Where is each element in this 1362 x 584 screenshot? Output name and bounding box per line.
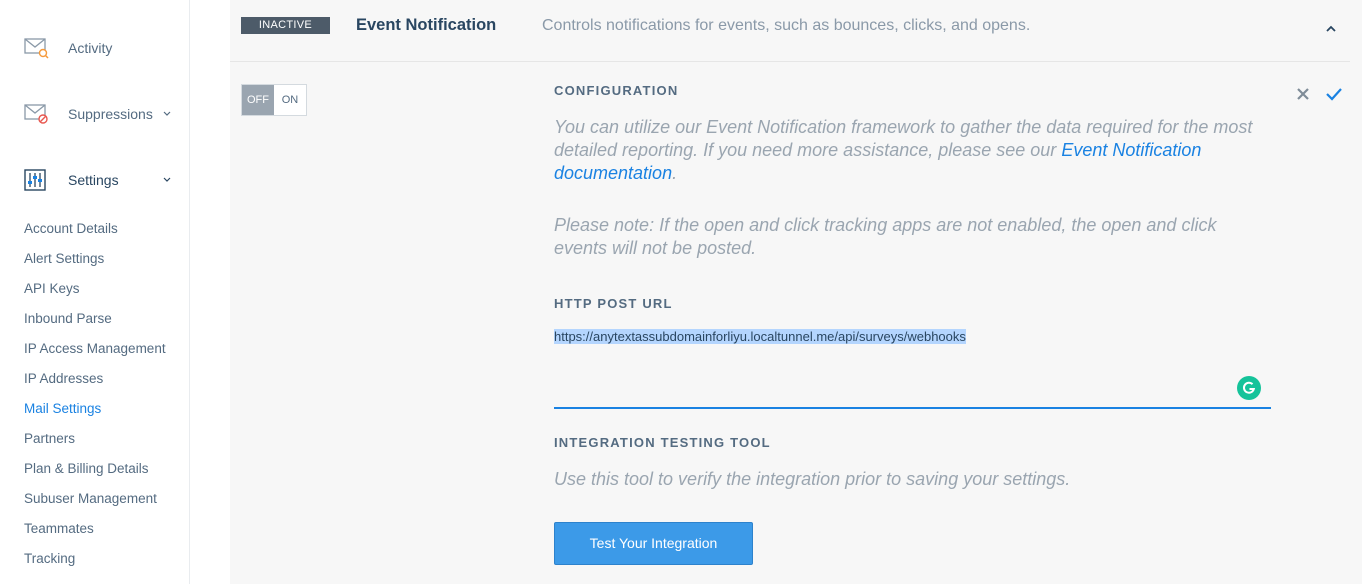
sidebar: Activity Suppressions Settings Account D… [0,0,190,584]
sidebar-item-label: Activity [68,40,113,56]
integration-testing-heading: INTEGRATION TESTING TOOL [554,435,771,450]
toggle-on-label[interactable]: ON [274,85,306,115]
sidebar-item-mail-settings[interactable]: Mail Settings [24,399,166,429]
sidebar-item-api-keys[interactable]: API Keys [24,279,166,309]
sidebar-item-label: Suppressions [68,106,153,122]
checkmark-icon[interactable] [1325,87,1343,101]
configuration-note: Please note: If the open and click track… [554,215,1217,258]
sidebar-item-teammates[interactable]: Teammates [24,519,166,549]
sidebar-item-activity[interactable]: Activity [24,33,112,63]
setting-header[interactable]: INACTIVE Event Notification Controls not… [230,0,1350,62]
chevron-down-icon [162,172,172,182]
sidebar-item-tracking[interactable]: Tracking [24,549,166,579]
integration-testing-description: Use this tool to verify the integration … [554,469,1071,489]
active-toggle[interactable]: OFF ON [241,84,307,116]
configuration-intro: You can utilize our Event Notification f… [554,116,1254,185]
setting-title: Event Notification [356,16,497,34]
sidebar-item-label: Settings [68,172,119,188]
sliders-icon [24,169,50,191]
sidebar-item-partners[interactable]: Partners [24,429,166,459]
http-post-url-value[interactable]: https://anytextassubdomainforliyu.localt… [554,329,966,344]
envelope-search-icon [24,37,50,59]
close-icon[interactable] [1296,87,1310,101]
sidebar-item-alert-settings[interactable]: Alert Settings [24,249,166,279]
configuration-heading: CONFIGURATION [554,83,679,98]
sidebar-item-subuser-management[interactable]: Subuser Management [24,489,166,519]
toggle-off-label[interactable]: OFF [242,85,274,115]
test-integration-button[interactable]: Test Your Integration [554,522,753,565]
status-badge: INACTIVE [241,17,330,34]
settings-submenu: Account Details Alert Settings API Keys … [24,219,166,579]
envelope-blocked-icon [24,103,50,125]
chevron-down-icon [162,106,172,116]
main-panel: INACTIVE Event Notification Controls not… [230,0,1362,584]
sidebar-item-ip-access-management[interactable]: IP Access Management [24,339,166,369]
grammarly-icon[interactable] [1237,376,1261,400]
sidebar-item-suppressions[interactable]: Suppressions [24,99,171,129]
chevron-up-icon[interactable] [1324,22,1338,36]
sidebar-item-account-details[interactable]: Account Details [24,219,166,249]
sidebar-item-plan-billing[interactable]: Plan & Billing Details [24,459,166,489]
configuration-intro-end: . [672,163,678,183]
sidebar-item-ip-addresses[interactable]: IP Addresses [24,369,166,399]
sidebar-item-inbound-parse[interactable]: Inbound Parse [24,309,166,339]
http-post-url-input[interactable]: https://anytextassubdomainforliyu.localt… [554,324,1271,409]
http-post-url-heading: HTTP POST URL [554,296,673,311]
sidebar-item-settings[interactable]: Settings [24,165,171,195]
setting-description: Controls notifications for events, such … [542,17,1031,34]
